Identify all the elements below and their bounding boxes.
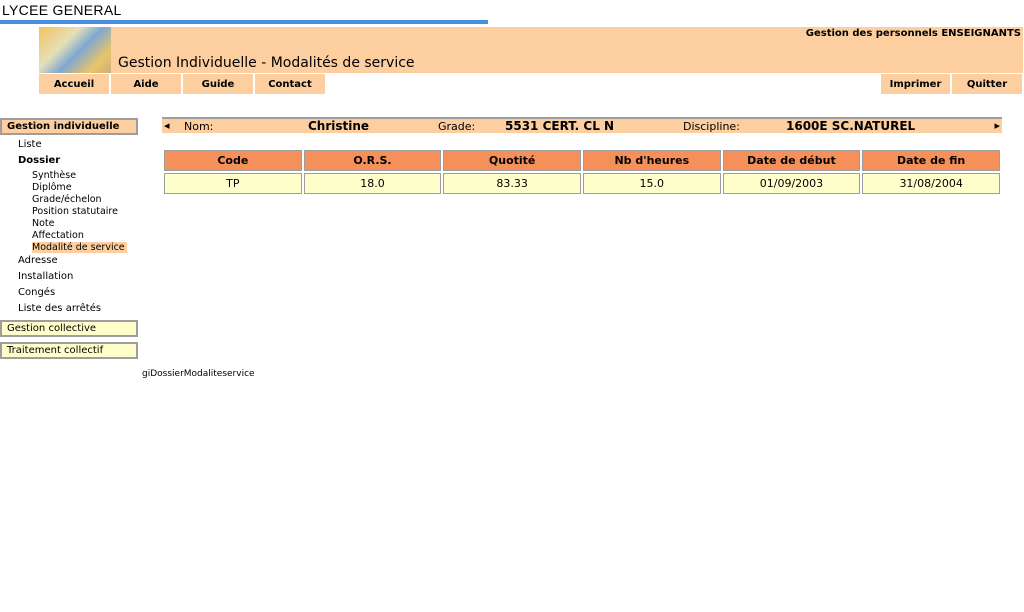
modalite-service-table: Code O.R.S. Quotité Nb d'heures Date de … [162,148,1002,196]
page-title: Gestion Individuelle - Modalités de serv… [118,55,415,71]
cell-code: TP [164,173,302,194]
school-name: LYCEE GENERAL [2,2,122,18]
sidebar-group-traitement[interactable]: Traitement collectif [0,342,138,359]
column-header-date-fin: Date de fin [862,150,1000,171]
sidebar-sub-note[interactable]: Note [32,218,55,229]
cell-ors: 18.0 [303,173,442,194]
column-header-date-debut: Date de début [722,150,861,171]
discipline-value: 1600E SC.NATUREL [786,119,916,133]
column-header-nb-heures: Nb d'heures [582,150,721,171]
cell-date-fin: 31/08/2004 [862,173,1000,194]
previous-arrow-icon[interactable]: ◂ [164,119,170,132]
guide-button[interactable]: Guide [183,74,253,94]
table-row[interactable]: TP 18.0 83.33 15.0 01/09/2003 31/08/2004 [164,173,1000,194]
sidebar-item-installation[interactable]: Installation [18,271,73,282]
next-arrow-icon[interactable]: ▸ [994,119,1000,132]
quitter-button[interactable]: Quitter [952,74,1022,94]
sidebar-sub-synthese[interactable]: Synthèse [32,170,76,181]
sidebar-item-conges[interactable]: Congés [18,287,55,298]
cell-quotite: 83.33 [443,173,581,194]
grade-value: 5531 CERT. CL N [505,119,615,133]
sidebar-group-collective[interactable]: Gestion collective [0,320,138,337]
app-subtitle: Gestion des personnels ENSEIGNANTS [805,28,1021,39]
header-photo [39,27,111,73]
teacher-info-bar: ◂ Nom: Christine Grade: 5531 CERT. CL N … [162,117,1002,133]
sidebar-item-adresse[interactable]: Adresse [18,255,58,266]
cell-nb-heures: 15.0 [582,173,721,194]
column-header-code: Code [164,150,302,171]
nom-label: Nom: [184,120,214,133]
contact-button[interactable]: Contact [255,74,325,94]
aide-button[interactable]: Aide [111,74,181,94]
sidebar-group-individuelle[interactable]: Gestion individuelle [0,118,138,135]
page-identifier: giDossierModaliteservice [142,369,255,379]
cell-date-debut: 01/09/2003 [722,173,861,194]
imprimer-button[interactable]: Imprimer [881,74,950,94]
blue-divider [0,20,488,24]
column-header-quotite: Quotité [443,150,581,171]
sidebar-sub-grade-echelon[interactable]: Grade/échelon [32,194,102,205]
column-header-ors: O.R.S. [303,150,442,171]
top-bar: LYCEE GENERAL [0,0,490,26]
sidebar-sub-modalite-service[interactable]: Modalité de service [32,242,127,253]
accueil-button[interactable]: Accueil [39,74,109,94]
nom-value: Christine [308,119,370,133]
table-header-row: Code O.R.S. Quotité Nb d'heures Date de … [164,150,1000,171]
sidebar-item-liste[interactable]: Liste [18,139,42,150]
grade-label: Grade: [438,120,476,133]
discipline-label: Discipline: [683,120,740,133]
sidebar-item-liste-arretes[interactable]: Liste des arrêtés [18,303,101,314]
sidebar-item-dossier[interactable]: Dossier [18,155,60,166]
sidebar-sub-affectation[interactable]: Affectation [32,230,84,241]
sidebar-sub-position-statutaire[interactable]: Position statutaire [32,206,118,217]
sidebar-sub-diplome[interactable]: Diplôme [32,182,72,193]
